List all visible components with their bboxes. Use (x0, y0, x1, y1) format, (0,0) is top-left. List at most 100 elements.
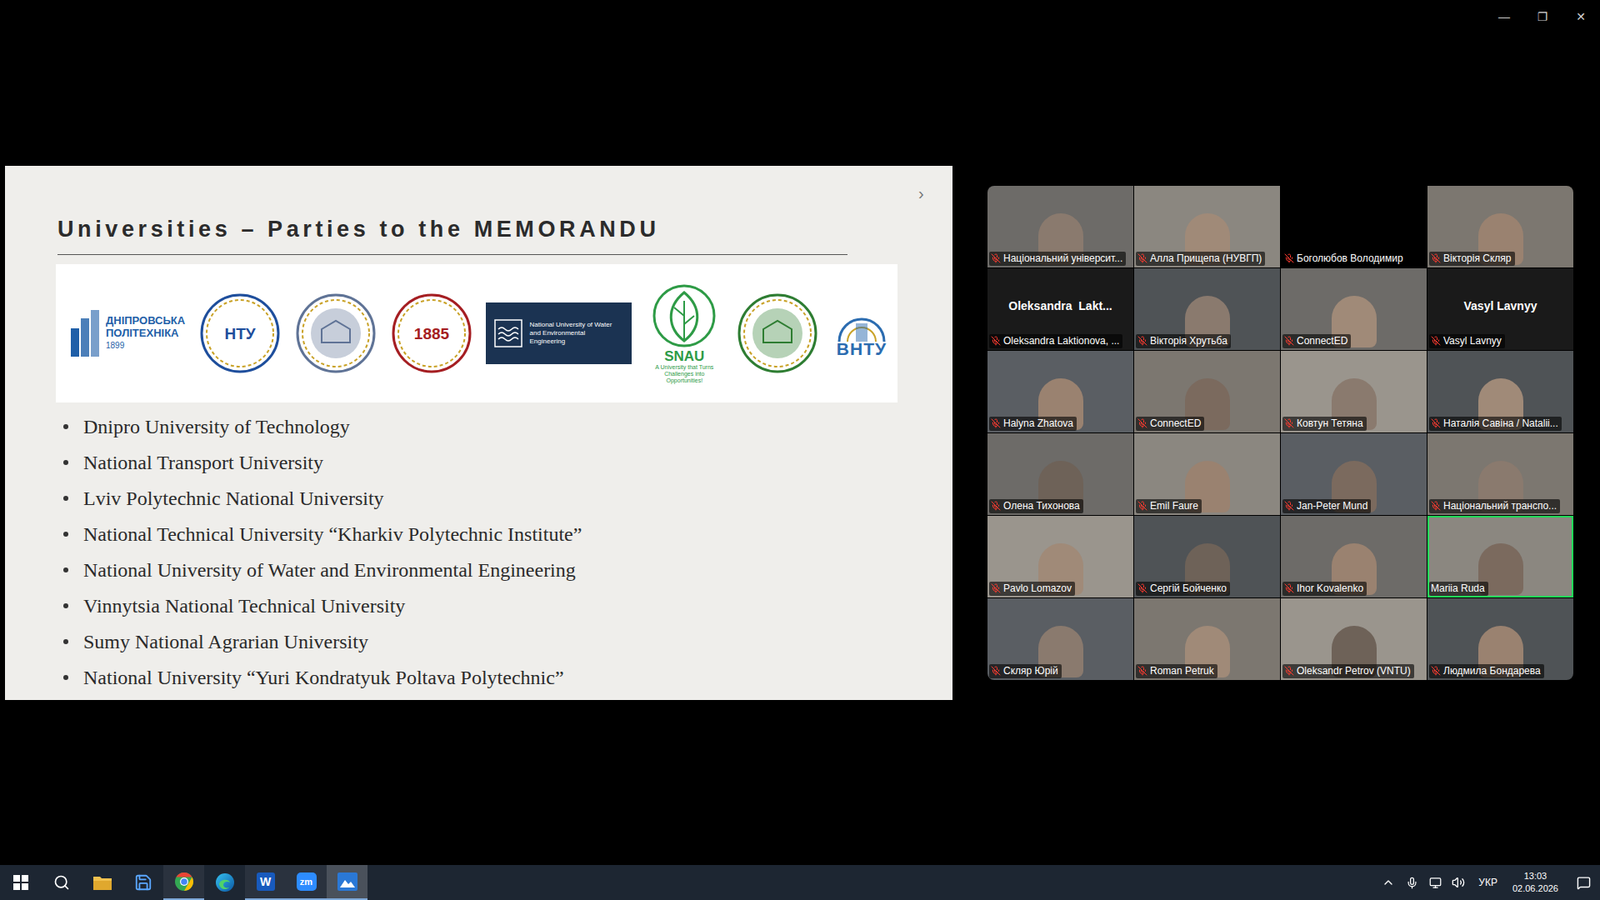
bullet-icon (63, 460, 69, 465)
muted-mic-icon (1137, 500, 1148, 511)
participant-tile[interactable]: Людмила Бондарева (1427, 598, 1574, 680)
muted-mic-icon (1137, 665, 1148, 676)
participant-tile[interactable]: Pavlo Lomazov (987, 515, 1134, 598)
participant-tile[interactable]: Halyna Zhatova (987, 350, 1134, 433)
participant-tile[interactable]: Ihor Kovalenko (1280, 515, 1427, 598)
close-button[interactable]: ✕ (1561, 0, 1600, 34)
participant-name: Вікторія Хрутьба (1135, 334, 1231, 349)
university-seal-icon: НТУ (199, 292, 281, 375)
participant-display-name: Oleksandra Lakt... (1008, 299, 1113, 313)
muted-mic-icon (990, 253, 1001, 264)
participant-tile[interactable]: Vasyl LavnyyVasyl Lavnyy (1427, 268, 1574, 350)
save-icon (134, 873, 153, 892)
participant-name: Національний транспо... (1429, 499, 1560, 514)
participant-tile[interactable]: ConnectED (1134, 350, 1280, 433)
system-tray: УКР13:0302.06.2026 (1378, 865, 1600, 900)
participant-tile[interactable]: Mariia Ruda (1427, 515, 1574, 598)
participant-name: Emil Faure (1135, 499, 1202, 514)
volume-status[interactable] (1448, 865, 1469, 900)
edge-icon (215, 872, 235, 893)
participant-tile[interactable]: Oleksandr Petrov (VNTU) (1280, 598, 1427, 680)
volume-icon (1451, 875, 1465, 890)
zoom-taskbar-button[interactable]: zm (285, 865, 327, 900)
muted-mic-icon (990, 500, 1001, 511)
slide-title: Universities – Parties to the MEMORANDU (57, 214, 848, 255)
participant-tile[interactable]: Ковтун Тетяна (1280, 350, 1427, 433)
bullet-icon (63, 639, 69, 645)
start-taskbar-button[interactable] (0, 865, 41, 900)
muted-mic-icon (1284, 665, 1295, 676)
tray-overflow[interactable] (1378, 865, 1399, 900)
participant-tile[interactable]: Боголюбов Володимир (1280, 185, 1427, 268)
muted-mic-icon (1430, 500, 1441, 511)
university-logo: SNAUA University that Turns Challenges i… (645, 282, 723, 385)
restore-button[interactable]: ❐ (1523, 0, 1562, 34)
microphone-status[interactable] (1401, 865, 1422, 900)
participant-tile[interactable]: ConnectED (1280, 268, 1427, 350)
explorer-taskbar-button[interactable] (81, 865, 123, 900)
participant-name: Ihor Kovalenko (1282, 581, 1367, 596)
participant-tile[interactable]: Вікторія Скляр (1427, 185, 1574, 268)
university-logo: National University of Water and Environ… (485, 302, 632, 365)
muted-mic-icon (1137, 253, 1148, 264)
university-logo: ДНІПРОВСЬКАПОЛІТЕХНІКА1899 (70, 310, 185, 357)
muted-mic-icon (1284, 583, 1295, 594)
participant-tile[interactable]: Oleksandra Lakt... Oleksandra Laktionova,… (987, 268, 1134, 350)
chrome-taskbar-button[interactable] (163, 865, 205, 900)
participant-tile[interactable]: Emil Faure (1134, 433, 1280, 515)
shared-slide: › Universities – Parties to the MEMORANDU… (5, 165, 953, 700)
participant-name: ConnectED (1135, 416, 1205, 431)
participant-name: Людмила Бондарева (1429, 664, 1545, 679)
participant-name: Вікторія Скляр (1429, 251, 1515, 266)
bullet-icon (63, 567, 69, 573)
participant-name: Скляр Юрій (989, 664, 1062, 679)
participant-name: Сергій Бойченко (1135, 581, 1230, 596)
chrome-icon (174, 871, 195, 892)
participant-name: Oleksandra Laktionova, ... (989, 334, 1123, 349)
participant-tile[interactable]: Скляр Юрій (987, 598, 1134, 680)
participant-tile[interactable]: Алла Прищепа (НУВГП) (1134, 185, 1280, 268)
university-item: National Transport University (63, 445, 953, 481)
next-slide-button[interactable]: › (918, 184, 925, 204)
participant-name: ConnectED (1282, 334, 1351, 349)
participant-display-name: Vasyl Lavnyy (1464, 299, 1538, 313)
chevron-up-icon (1381, 875, 1395, 890)
input-language[interactable]: УКР (1471, 876, 1505, 889)
search-taskbar-button[interactable] (40, 865, 82, 900)
edge-taskbar-button[interactable] (204, 865, 245, 900)
participant-tile[interactable]: Олена Тихонова (987, 433, 1134, 515)
water-icon (494, 319, 523, 348)
university-seal-icon (736, 292, 819, 375)
participant-name: Halyna Zhatova (989, 416, 1077, 431)
university-item: National University of Water and Environ… (63, 552, 953, 589)
muted-mic-icon (1430, 335, 1441, 346)
participant-tile[interactable]: Національний транспо... (1427, 433, 1574, 515)
save-taskbar-button[interactable] (122, 865, 164, 900)
bullet-icon (63, 424, 69, 430)
participant-tile[interactable]: Вікторія Хрутьба (1134, 268, 1280, 350)
clock[interactable]: 13:0302.06.2026 (1507, 870, 1570, 895)
windows-icon (13, 875, 29, 890)
participant-tile[interactable]: Національний університ... (987, 185, 1134, 268)
participant-tile[interactable]: Наталія Савіна / Natalii... (1427, 350, 1574, 433)
word-taskbar-button[interactable]: W (245, 865, 286, 900)
muted-mic-icon (1284, 500, 1295, 511)
university-item: National Technical University “Kharkiv P… (63, 516, 953, 553)
notifications-button[interactable] (1573, 865, 1594, 900)
network-status[interactable] (1425, 865, 1445, 900)
muted-mic-icon (1284, 253, 1295, 264)
participant-name: Mariia Ruda (1429, 581, 1489, 596)
leaf-icon (650, 282, 718, 350)
participant-tile[interactable]: Сергій Бойченко (1134, 515, 1280, 598)
zoom-icon: zm (296, 872, 317, 891)
microphone-icon (1405, 876, 1419, 890)
participant-name: Боголюбов Володимир (1282, 251, 1407, 266)
window-controls: —❐✕ (1485, 0, 1600, 34)
participant-name: Національний університ... (989, 251, 1126, 266)
participant-name: Ковтун Тетяна (1282, 416, 1367, 431)
minimize-button[interactable]: — (1485, 0, 1524, 34)
photos-taskbar-button[interactable] (326, 865, 368, 900)
university-seal-icon (295, 292, 377, 375)
participant-tile[interactable]: Jan-Peter Mund (1280, 433, 1427, 515)
participant-tile[interactable]: Roman Petruk (1134, 598, 1280, 680)
